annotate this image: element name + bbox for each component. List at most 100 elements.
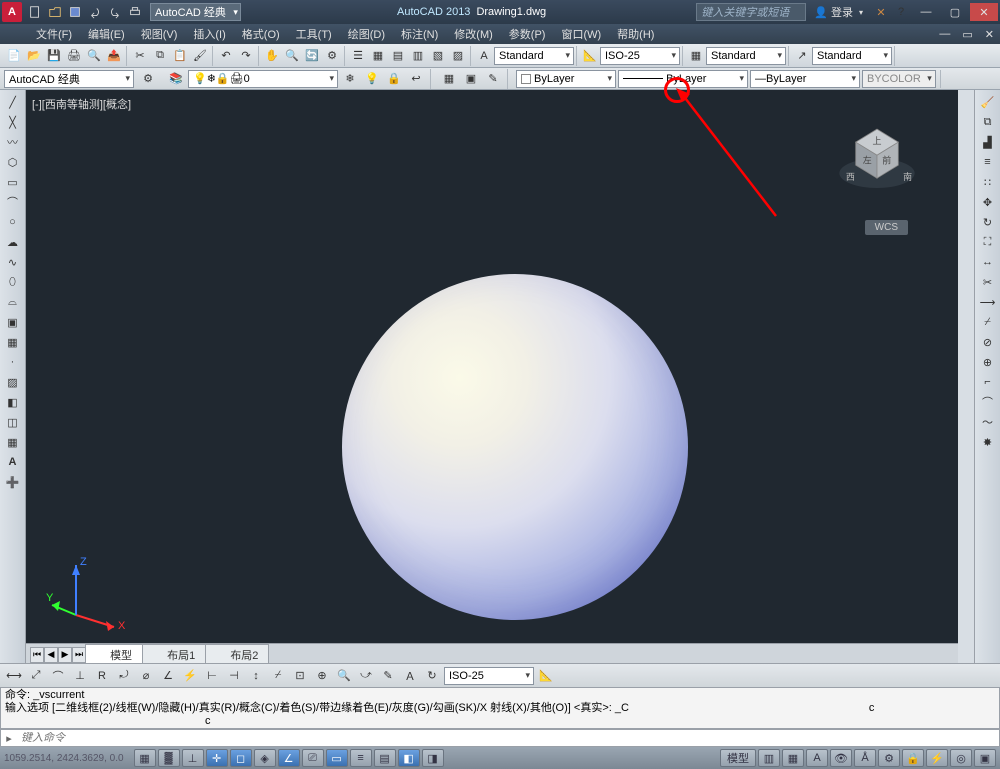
ellipse-icon[interactable]: ⬯ [2, 272, 24, 292]
menu-edit[interactable]: 编辑(E) [80, 24, 133, 44]
region-icon[interactable]: ◫ [2, 412, 24, 432]
jogline-icon[interactable]: ⤻ [356, 666, 376, 686]
layer-manager-icon[interactable]: 📚 [166, 69, 186, 89]
table-icon[interactable]: ▦ [2, 432, 24, 452]
inspect-icon[interactable]: 🔍 [334, 666, 354, 686]
array2-icon[interactable]: ∷ [977, 172, 999, 192]
point-icon[interactable]: · [2, 352, 24, 372]
offset2-icon[interactable]: ≡ [977, 152, 999, 172]
new-icon[interactable] [26, 3, 44, 21]
copy2-icon[interactable]: ⧉ [977, 112, 999, 132]
circle-icon[interactable]: ○ [2, 212, 24, 232]
text-style-dropdown[interactable]: Standard [494, 47, 574, 65]
xline-icon[interactable]: ╳ [2, 112, 24, 132]
doc-minimize-button[interactable]: — [933, 28, 956, 40]
textstyle-icon[interactable]: A [474, 46, 494, 66]
snap-button[interactable]: ▦ [134, 749, 156, 767]
coordinates[interactable]: 1059.2514, 2424.3629, 0.0 [4, 753, 124, 764]
minimize-button[interactable]: — [912, 3, 940, 21]
color-dropdown[interactable]: ByLayer [516, 70, 616, 88]
mtext-icon[interactable]: A [2, 452, 24, 472]
dim-aligned-icon[interactable]: ⤢ [26, 666, 46, 686]
tab-next-icon[interactable]: ▶ [58, 647, 72, 663]
command-input[interactable] [17, 732, 999, 744]
menu-dimension[interactable]: 标注(N) [393, 24, 446, 44]
dc-icon[interactable]: ▦ [368, 46, 388, 66]
blend-icon[interactable]: 〜 [977, 412, 999, 432]
pline-icon[interactable]: 〰 [2, 132, 24, 152]
canvas[interactable]: [-][西南等轴测][概念] 上 左 前 西 南 WCS X Y [26, 90, 958, 665]
ducs-button[interactable]: ⎚ [302, 749, 324, 767]
insert-icon[interactable]: ▣ [2, 312, 24, 332]
maximize-button[interactable]: ▢ [941, 3, 969, 21]
dim-rad-icon[interactable]: R [92, 666, 112, 686]
grid-button[interactable]: ▓ [158, 749, 180, 767]
sign-in[interactable]: 👤 登录▾ [814, 4, 863, 20]
polar-button[interactable]: ✛ [206, 749, 228, 767]
annovis-icon[interactable]: 👁 [830, 749, 852, 767]
cut-icon[interactable]: ✂ [130, 46, 150, 66]
tab-model[interactable]: 模型 [85, 644, 143, 666]
trim2-icon[interactable]: ✂ [977, 272, 999, 292]
dim-quick-icon[interactable]: ⚡ [180, 666, 200, 686]
block-icon[interactable]: ▦ [2, 332, 24, 352]
tab-last-icon[interactable]: ⏭ [72, 647, 86, 663]
explode2-icon[interactable]: ✸ [977, 432, 999, 452]
tab-layout2[interactable]: 布局2 [205, 644, 269, 666]
dim-linear-icon[interactable]: ⟷ [4, 666, 24, 686]
undo-icon[interactable]: ↶ [216, 46, 236, 66]
menu-help[interactable]: 帮助(H) [609, 24, 662, 44]
calc-icon[interactable]: ▨ [448, 46, 468, 66]
line-icon[interactable]: ╱ [2, 92, 24, 112]
menu-tools[interactable]: 工具(T) [288, 24, 340, 44]
open-icon[interactable] [46, 3, 64, 21]
dim-jog-icon[interactable]: ⤾ [114, 666, 134, 686]
ws-switch-icon[interactable]: ⚙ [878, 749, 900, 767]
properties-icon[interactable]: ☰ [348, 46, 368, 66]
lwt-button[interactable]: ≡ [350, 749, 372, 767]
print-icon[interactable] [126, 3, 144, 21]
extend2-icon[interactable]: ⟶ [977, 292, 999, 312]
tablestyle-icon[interactable]: ▦ [686, 46, 706, 66]
qview-layout-icon[interactable]: ▥ [758, 749, 780, 767]
gradient-icon[interactable]: ◧ [2, 392, 24, 412]
undo-icon[interactable] [86, 3, 104, 21]
dimtedit-icon[interactable]: Ａ [400, 666, 420, 686]
command-history[interactable]: 命令: _vscurrent 输入选项 [二维线框(2)/线框(W)/隐藏(H)… [0, 687, 1000, 729]
mirror2-icon[interactable]: ▟ [977, 132, 999, 152]
chamfer2-icon[interactable]: ⌐ [977, 372, 999, 392]
osnap-button[interactable]: ◻ [230, 749, 252, 767]
annoscale-icon[interactable]: A [806, 749, 828, 767]
layer-prev-icon[interactable]: ↩ [406, 69, 426, 89]
hatch-icon[interactable]: ▨ [2, 372, 24, 392]
exchange-icon[interactable]: ✕ [871, 2, 891, 22]
wcs-badge[interactable]: WCS [865, 220, 908, 235]
menu-format[interactable]: 格式(O) [234, 24, 288, 44]
stretch2-icon[interactable]: ↔ [977, 252, 999, 272]
new-icon[interactable]: 📄 [4, 46, 24, 66]
vertical-scrollbar[interactable] [958, 90, 974, 665]
close-button[interactable]: ✕ [970, 3, 998, 21]
3dosnap-button[interactable]: ◈ [254, 749, 276, 767]
paste-icon[interactable]: 📋 [170, 46, 190, 66]
sphere-object[interactable] [342, 274, 688, 620]
help-search[interactable]: 键入关键字或短语 [696, 3, 806, 21]
table-style-dropdown[interactable]: Standard [706, 47, 786, 65]
menu-file[interactable]: 文件(F) [28, 24, 80, 44]
clean-screen-icon[interactable]: ▣ [974, 749, 996, 767]
revcloud-icon[interactable]: ☁ [2, 232, 24, 252]
dim-style-dropdown[interactable]: ISO-25 [600, 47, 680, 65]
redo-icon[interactable]: ↷ [236, 46, 256, 66]
menu-insert[interactable]: 插入(I) [185, 24, 233, 44]
app-logo[interactable]: A [2, 2, 22, 22]
dim-arc-icon[interactable]: ⌒ [48, 666, 68, 686]
orbit-icon[interactable]: 🔄 [302, 46, 322, 66]
join2-icon[interactable]: ⊕ [977, 352, 999, 372]
model-space-button[interactable]: 模型 [720, 749, 756, 767]
edit-block-icon[interactable]: ✎ [483, 69, 503, 89]
tab-prev-icon[interactable]: ◀ [44, 647, 58, 663]
dim-ord-icon[interactable]: ⊥ [70, 666, 90, 686]
addsel-icon[interactable]: ➕ [2, 472, 24, 492]
menu-modify[interactable]: 修改(M) [446, 24, 501, 44]
menu-view[interactable]: 视图(V) [133, 24, 186, 44]
